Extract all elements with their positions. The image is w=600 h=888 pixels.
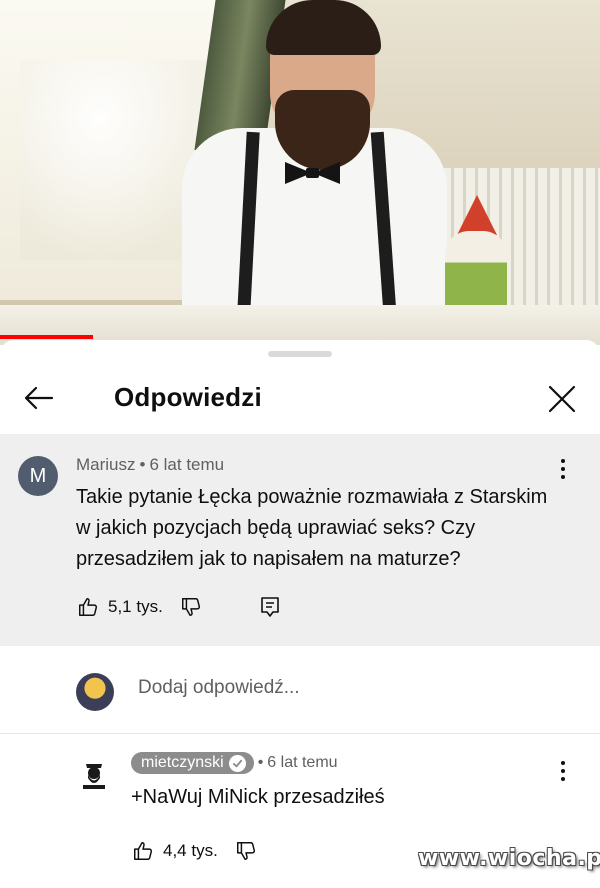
- meta-separator: •: [257, 754, 264, 771]
- comment-text: Takie pytanie Łęcka poważnie rozmawiała …: [76, 486, 548, 570]
- back-arrow-icon: [24, 386, 54, 410]
- reply-button[interactable]: [258, 595, 282, 619]
- avatar[interactable]: [75, 756, 113, 794]
- comment-time: 6 lat temu: [149, 455, 225, 474]
- video-player[interactable]: [0, 0, 600, 345]
- avatar[interactable]: M: [18, 456, 58, 496]
- back-button[interactable]: [20, 379, 58, 417]
- comment-more-button[interactable]: [552, 454, 574, 484]
- comment-actions: 5,1 tys.: [76, 592, 279, 622]
- dislike-button[interactable]: [179, 595, 203, 619]
- comment-meta: Mariusz • 6 lat temu: [76, 455, 224, 475]
- reply-more-button[interactable]: [552, 756, 574, 786]
- more-vert-icon-dot: [561, 777, 565, 781]
- close-button[interactable]: [542, 379, 582, 419]
- sheet-title: Odpowiedzi: [114, 382, 262, 412]
- more-vert-icon-dot: [561, 467, 565, 471]
- thumbs-up-icon: [134, 842, 153, 860]
- like-button[interactable]: [131, 839, 155, 863]
- close-icon: [548, 385, 576, 413]
- video-gnome-hat: [457, 195, 497, 235]
- like-count: 4,4 tys.: [163, 841, 218, 860]
- reply-author: mietczynski: [141, 754, 224, 771]
- add-reply-row: Dodaj odpowiedź...: [0, 646, 600, 734]
- reply-time: 6 lat temu: [267, 754, 338, 771]
- verified-check-icon: [228, 754, 246, 772]
- reply-author-chip[interactable]: mietczynski: [131, 752, 254, 774]
- more-vert-icon-dot: [561, 769, 565, 773]
- verified-check-glyph: [232, 759, 242, 767]
- dislike-button[interactable]: [234, 839, 258, 863]
- video-person-bowtie: [285, 162, 340, 184]
- avatar[interactable]: [76, 673, 114, 711]
- sheet-header: Odpowiedzi: [0, 364, 600, 434]
- reply-meta: mietczynski • 6 lat temu: [131, 752, 338, 774]
- video-person-hair: [266, 0, 381, 55]
- more-vert-icon: [561, 761, 565, 765]
- meta-separator: •: [139, 455, 146, 474]
- comment-author[interactable]: Mariusz: [76, 455, 136, 474]
- watermark: www.wiocha.pl: [418, 846, 600, 871]
- more-vert-icon-dot: [561, 475, 565, 479]
- thumbs-up-icon: [79, 598, 98, 616]
- reply-actions: 4,4 tys.: [131, 836, 258, 866]
- replies-sheet: Odpowiedzi M Mariusz • 6 lat temu Takie py…: [0, 340, 600, 888]
- add-reply-input[interactable]: Dodaj odpowiedź...: [138, 677, 300, 699]
- thumbs-down-icon: [181, 598, 200, 616]
- video-progress-bar[interactable]: [0, 335, 93, 339]
- top-comment: M Mariusz • 6 lat temu Takie pytanie Łęcka…: [0, 434, 600, 646]
- reply-icon: [261, 597, 279, 617]
- like-button[interactable]: [76, 595, 100, 619]
- thumbs-down-icon: [236, 842, 255, 860]
- reply-text: +NaWuj MiNick przesadziłeś: [131, 786, 385, 808]
- video-table: [0, 305, 600, 345]
- video-person: [182, 0, 447, 323]
- like-count: 5,1 tys.: [108, 597, 163, 616]
- sheet-drag-handle[interactable]: [268, 351, 332, 357]
- more-vert-icon: [561, 459, 565, 463]
